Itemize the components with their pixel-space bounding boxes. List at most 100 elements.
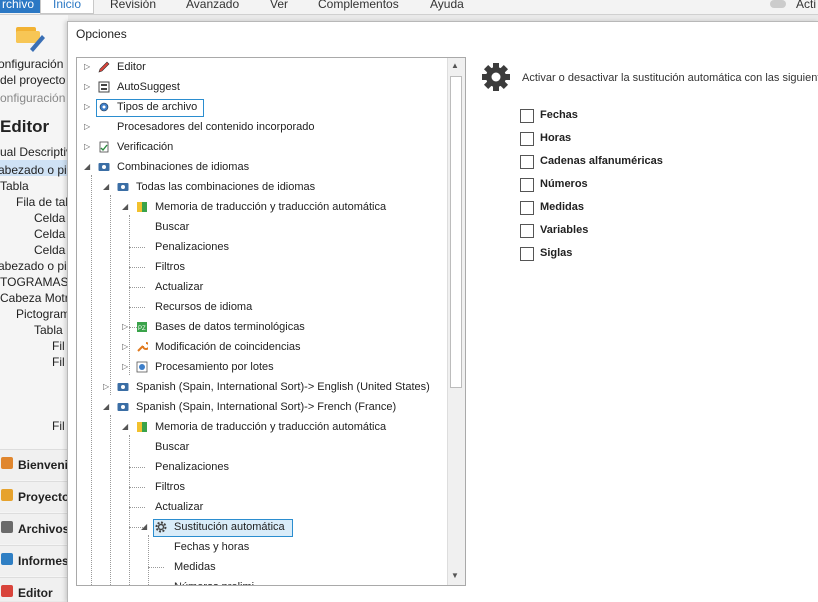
tab-avanzado[interactable]: Avanzado — [186, 0, 239, 11]
svg-text:PZ: PZ — [138, 326, 146, 332]
tree-item-modificacion[interactable]: ▷ Modificación de coincidencias — [77, 338, 447, 356]
tree-item-filtros[interactable]: Filtros — [77, 258, 447, 276]
tree-label: Fechas y horas — [174, 541, 250, 553]
checkbox[interactable] — [520, 247, 534, 261]
tree-label: Buscar — [155, 441, 190, 453]
tree-item-penalizaciones-fr[interactable]: Penalizaciones — [77, 458, 447, 476]
bg-tree-item[interactable]: Pictogram — [16, 307, 68, 321]
nav-archivos[interactable]: Archivos — [0, 513, 68, 544]
tab-ayuda[interactable]: Ayuda — [430, 0, 464, 11]
tree-item-filtros-fr[interactable]: Filtros — [77, 478, 447, 496]
bg-tree-item[interactable]: Fil — [52, 419, 65, 433]
collapse-arrow-icon[interactable]: ◢ — [103, 178, 113, 196]
tree-item-numeros[interactable]: Números prelimi — [77, 578, 447, 585]
scrollbar-thumb[interactable] — [450, 76, 462, 388]
bg-tree-item[interactable]: Celda — [34, 211, 65, 225]
tree-item-fechas-horas[interactable]: Fechas y horas — [77, 538, 447, 556]
tree-item-medidas[interactable]: Medidas — [77, 558, 447, 576]
home-icon — [1, 457, 13, 469]
checkbox-label: Medidas — [540, 201, 585, 213]
tree-item-bases-terminologicas[interactable]: ▷ PZ Bases de datos terminológicas — [77, 318, 447, 336]
tree-label: Filtros — [155, 261, 185, 273]
bg-tree-item[interactable]: abezado o pie — [0, 259, 68, 273]
tree-item-autosuggest[interactable]: ▷ AutoSuggest — [77, 78, 447, 96]
expand-arrow-icon[interactable]: ▷ — [84, 118, 94, 136]
tree-item-es-fr[interactable]: ◢ Spanish (Spain, International Sort)-> … — [77, 398, 447, 416]
tree-item-memoria-fr[interactable]: ◢ Memoria de traducción y traducción aut… — [77, 418, 447, 436]
tree-item-buscar[interactable]: Buscar — [77, 218, 447, 236]
tab-inicio[interactable]: Inicio — [40, 0, 94, 14]
blank-icon — [100, 122, 108, 132]
tree-item-procesamiento[interactable]: ▷ Procesamiento por lotes — [77, 358, 447, 376]
options-panel: Activar o desactivar la sustitución auto… — [478, 57, 818, 557]
activity-label: Acti — [796, 0, 817, 11]
bg-tree-item[interactable]: Celda — [34, 243, 65, 257]
expand-arrow-icon[interactable]: ▷ — [84, 138, 94, 156]
tab-complementos[interactable]: Complementos — [318, 0, 399, 11]
check-doc-icon — [99, 141, 109, 153]
wrench-icon — [137, 342, 148, 352]
bg-tree-item[interactable]: Fil — [52, 355, 65, 369]
tree-item-verificacion[interactable]: ▷ Verificación — [77, 138, 447, 156]
tab-archivo[interactable]: rchivo — [0, 0, 40, 13]
bg-tree-item[interactable]: TOGRAMAS — [0, 275, 68, 289]
collapse-arrow-icon[interactable]: ◢ — [122, 198, 132, 216]
expand-arrow-icon[interactable]: ▷ — [84, 98, 94, 116]
tree-item-buscar-fr[interactable]: Buscar — [77, 438, 447, 456]
collapse-arrow-icon[interactable]: ◢ — [141, 518, 151, 536]
tree-item-sustitucion-automatica[interactable]: ◢ Sustitución automática — [77, 518, 447, 537]
expand-arrow-icon[interactable]: ▷ — [84, 78, 94, 96]
collapse-arrow-icon[interactable]: ◢ — [84, 158, 94, 176]
checkbox[interactable] — [520, 224, 534, 238]
tree-item-es-en[interactable]: ▷ Spanish (Spain, International Sort)-> … — [77, 378, 447, 396]
expand-arrow-icon[interactable]: ▷ — [122, 318, 132, 336]
tree-label: Verificación — [117, 141, 174, 153]
tree-item-tipos-de-archivo[interactable]: ▷ Tipos de archivo — [77, 98, 447, 117]
expand-arrow-icon[interactable]: ▷ — [84, 58, 94, 76]
tab-revision[interactable]: Revisión — [110, 0, 156, 11]
nav-label: Editor — [18, 586, 53, 600]
tab-ver[interactable]: Ver — [270, 0, 288, 11]
bg-tree-item[interactable]: Cabeza Motriz — [0, 291, 68, 305]
nav-informes[interactable]: Informes — [0, 545, 68, 576]
expand-arrow-icon[interactable]: ▷ — [122, 358, 132, 376]
tree-item-recursos[interactable]: Recursos de idioma — [77, 298, 447, 316]
tree-scrollbar[interactable]: ▲ ▼ — [447, 58, 465, 585]
tree-item-combinaciones[interactable]: ◢ Combinaciones de idiomas — [77, 158, 447, 176]
tree-item-penalizaciones[interactable]: Penalizaciones — [77, 238, 447, 256]
toggle-switch[interactable] — [770, 0, 786, 8]
scroll-down-icon[interactable]: ▼ — [451, 571, 459, 580]
bg-tree-item[interactable]: ual Descriptiv — [0, 145, 68, 159]
expand-arrow-icon[interactable]: ▷ — [103, 378, 113, 396]
checkbox[interactable] — [520, 201, 534, 215]
bg-tree-item[interactable]: Tabla — [34, 323, 63, 337]
bg-label: onfiguración — [0, 57, 64, 71]
tree-item-todas-combinaciones[interactable]: ◢ Todas las combinaciones de idiomas — [77, 178, 447, 196]
tree-item-actualizar-fr[interactable]: Actualizar — [77, 498, 447, 516]
options-dialog: Opciones ▷ Editor ▷ AutoSuggest ▷ Tipos … — [67, 21, 818, 602]
dialog-title: Opciones — [76, 27, 127, 41]
tree-item-actualizar[interactable]: Actualizar — [77, 278, 447, 296]
bg-tree-item[interactable]: Fil — [52, 339, 65, 353]
collapse-arrow-icon[interactable]: ◢ — [122, 418, 132, 436]
tree-item-memoria[interactable]: ◢ Memoria de traducción y traducción aut… — [77, 198, 447, 216]
tree-label: Bases de datos terminológicas — [155, 321, 305, 333]
bg-tree-item[interactable]: Fila de tab — [16, 195, 68, 209]
checkbox[interactable] — [520, 109, 534, 123]
expand-arrow-icon[interactable]: ▷ — [122, 338, 132, 356]
nav-proyectos[interactable]: Proyecto — [0, 481, 68, 512]
bg-tree-item[interactable]: Tabla — [0, 179, 29, 193]
bg-tree-item[interactable]: Celda — [34, 227, 65, 241]
bg-tree-item[interactable]: abezado o pie — [0, 163, 68, 177]
checkbox[interactable] — [520, 178, 534, 192]
checkbox[interactable] — [520, 155, 534, 169]
nav-bienvenida[interactable]: Bienveni — [0, 449, 68, 480]
tree-item-procesadores[interactable]: ▷ Procesadores del contenido incorporado — [77, 118, 447, 136]
collapse-arrow-icon[interactable]: ◢ — [103, 398, 113, 416]
nav-editor[interactable]: Editor — [0, 577, 68, 601]
tree-label: Modificación de coincidencias — [155, 341, 301, 353]
checkbox[interactable] — [520, 132, 534, 146]
tree-item-editor[interactable]: ▷ Editor — [77, 58, 447, 76]
scroll-up-icon[interactable]: ▲ — [451, 61, 459, 70]
batch-gear-icon — [136, 361, 148, 373]
